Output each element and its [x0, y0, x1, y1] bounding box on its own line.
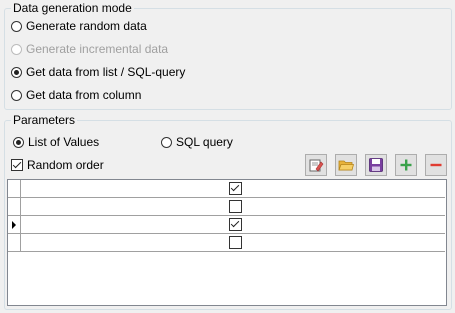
row-header[interactable] — [8, 180, 21, 197]
grid-row[interactable] — [8, 234, 445, 252]
grid-row[interactable] — [8, 216, 445, 234]
values-grid[interactable] — [7, 179, 447, 306]
checkbox-label: Random order — [27, 158, 104, 172]
radio-get-from-list[interactable]: Get data from list / SQL-query — [11, 64, 185, 80]
random-order-checkbox[interactable]: Random order — [11, 157, 104, 173]
remove-button[interactable] — [425, 154, 447, 176]
radio-get-from-column[interactable]: Get data from column — [11, 87, 141, 103]
radio-label: Get data from list / SQL-query — [26, 65, 186, 79]
radio-list-of-values[interactable]: List of Values — [13, 134, 99, 150]
radio-generate-incremental[interactable]: Generate incremental data — [11, 41, 168, 57]
radio-button-icon — [13, 136, 24, 148]
add-icon — [400, 159, 412, 171]
save-icon — [369, 158, 383, 172]
cell-checkbox[interactable] — [229, 218, 242, 231]
cell-checkbox[interactable] — [229, 236, 242, 249]
open-folder-icon — [338, 160, 354, 171]
radio-label: SQL query — [176, 135, 233, 149]
add-button[interactable] — [395, 154, 417, 176]
radio-label: List of Values — [28, 135, 100, 149]
radio-label: Generate incremental data — [26, 42, 169, 56]
row-header[interactable] — [8, 234, 21, 251]
radio-label: Generate random data — [26, 19, 147, 33]
parameters-legend: Parameters — [11, 113, 78, 127]
checkbox-icon — [11, 159, 23, 171]
open-button[interactable] — [335, 154, 357, 176]
remove-icon — [430, 163, 442, 167]
data-generation-mode-legend: Data generation mode — [11, 1, 134, 15]
grid-row[interactable] — [8, 180, 445, 198]
radio-button-icon — [11, 20, 22, 32]
row-header[interactable] — [8, 216, 21, 233]
edit-icon — [309, 159, 324, 172]
radio-button-icon — [11, 89, 22, 101]
radio-button-icon — [11, 66, 22, 78]
radio-label: Get data from column — [26, 88, 142, 102]
radio-generate-random[interactable]: Generate random data — [11, 18, 147, 34]
cell-checkbox[interactable] — [229, 182, 242, 195]
radio-button-icon — [11, 43, 22, 55]
save-button[interactable] — [365, 154, 387, 176]
grid-row[interactable] — [8, 198, 445, 216]
row-header[interactable] — [8, 198, 21, 215]
radio-button-icon — [161, 136, 172, 148]
current-row-pointer-icon — [12, 220, 16, 229]
radio-sql-query[interactable]: SQL query — [161, 134, 233, 150]
edit-button[interactable] — [305, 154, 327, 176]
cell-checkbox[interactable] — [229, 200, 242, 213]
